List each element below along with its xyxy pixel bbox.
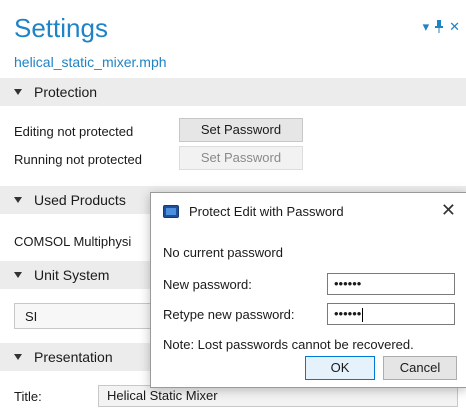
section-header-label: Unit System xyxy=(34,267,110,283)
retype-password-value: •••••• xyxy=(334,306,362,321)
used-product-item: COMSOL Multiphysi xyxy=(14,234,132,249)
set-running-password-button[interactable]: Set Password xyxy=(179,146,303,170)
text-caret xyxy=(362,307,364,322)
section-header-label: Protection xyxy=(34,84,98,100)
close-icon[interactable]: ✕ xyxy=(441,200,456,220)
collapse-triangle-icon xyxy=(14,89,22,95)
window-icon xyxy=(163,205,179,218)
chevron-down-icon[interactable]: ▾ xyxy=(423,20,430,36)
password-note: Note: Lost passwords cannot be recovered… xyxy=(163,337,414,352)
running-status: Running not protected xyxy=(14,152,142,167)
window-controls: ▾ ✕ xyxy=(423,20,460,36)
retype-password-field[interactable]: •••••• xyxy=(327,303,455,325)
current-password-status: No current password xyxy=(163,245,283,260)
ok-button[interactable]: OK xyxy=(305,356,375,380)
new-password-value: •••••• xyxy=(334,276,362,291)
dialog-titlebar[interactable]: Protect Edit with Password ✕ xyxy=(151,193,466,231)
cancel-button[interactable]: Cancel xyxy=(383,356,457,380)
section-header-label: Used Products xyxy=(34,192,126,208)
new-password-field[interactable]: •••••• xyxy=(327,273,455,295)
retype-password-label: Retype new password: xyxy=(163,307,295,322)
editing-status: Editing not protected xyxy=(14,124,134,139)
file-name: helical_static_mixer.mph xyxy=(14,54,167,70)
dialog-title: Protect Edit with Password xyxy=(189,204,344,219)
close-icon[interactable]: ✕ xyxy=(449,20,460,36)
pin-icon[interactable] xyxy=(435,20,444,36)
section-protection[interactable]: Protection xyxy=(0,78,466,106)
section-header-label: Presentation xyxy=(34,349,113,365)
title-input[interactable]: Helical Static Mixer xyxy=(98,385,458,407)
new-password-label: New password: xyxy=(163,277,252,292)
collapse-triangle-icon xyxy=(14,354,22,360)
collapse-triangle-icon xyxy=(14,197,22,203)
page-title: Settings xyxy=(14,13,108,43)
collapse-triangle-icon xyxy=(14,272,22,278)
set-password-button[interactable]: Set Password xyxy=(179,118,303,142)
protect-password-dialog: Protect Edit with Password ✕ No current … xyxy=(150,192,466,388)
title-label: Title: xyxy=(14,389,42,404)
